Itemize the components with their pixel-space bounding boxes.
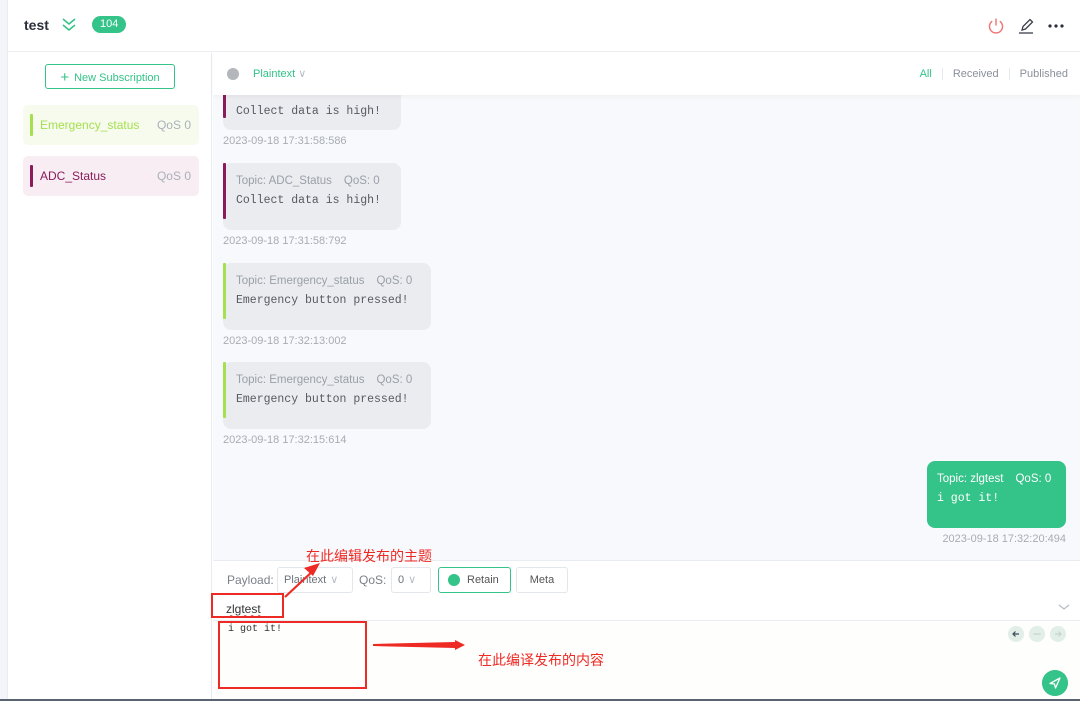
message-topic: Topic: zlgtest	[937, 473, 1004, 485]
message-topic: Topic: ADC_Status	[236, 175, 332, 187]
subscription-qos: QoS 0	[156, 169, 191, 183]
subscription-topic: ADC_Status	[40, 169, 107, 183]
payload-type-value: Plaintext	[253, 68, 296, 80]
chevron-down-icon: ∨	[408, 574, 417, 586]
check-circle-icon	[448, 574, 460, 586]
message-time: 2023-09-18 17:31:58:792	[223, 235, 347, 247]
double-chevron-down-icon[interactable]	[60, 15, 78, 35]
more-icon[interactable]	[1046, 16, 1066, 36]
chevron-down-icon[interactable]	[1058, 601, 1070, 613]
message-time: 2023-09-18 17:32:20:494	[942, 533, 1066, 545]
message-qos: QoS: 0	[376, 275, 413, 287]
send-icon[interactable]	[1042, 670, 1068, 696]
payload-format-select[interactable]: Plaintext ∨	[277, 567, 353, 593]
filter-tab-all[interactable]: All	[910, 68, 942, 80]
new-subscription-label: New Subscription	[74, 72, 160, 84]
qos-value: 0	[398, 574, 405, 586]
edit-icon[interactable]	[1016, 16, 1036, 36]
retain-toggle[interactable]: Retain	[438, 567, 511, 593]
message-bubble: Topic: ADC_Status QoS: 0 Collect data is …	[223, 163, 401, 230]
message-time: 2023-09-18 17:31:58:586	[223, 135, 347, 147]
filter-tab-published[interactable]: Published	[1008, 68, 1068, 80]
payload-label: Payload:	[227, 573, 274, 587]
message-bubble: Topic: zlgtest QoS: 0 i got it!	[927, 461, 1066, 528]
message-item: Topic: Emergency_status QoS: 0 Emergency …	[223, 362, 431, 446]
qos-select[interactable]: 0 ∨	[391, 567, 431, 593]
message-payload: Collect data is high!	[236, 105, 381, 118]
history-back-icon[interactable]	[1008, 626, 1024, 642]
filter-tab-received[interactable]: Received	[941, 68, 1009, 80]
message-qos: QoS: 0	[1015, 473, 1052, 485]
subscription-color-bar	[30, 165, 33, 187]
subscriptions-sidebar: + New Subscription Emergency_status QoS 0…	[8, 53, 212, 701]
history-clear-icon[interactable]	[1029, 626, 1045, 642]
message-bubble: Topic: Emergency_status QoS: 0 Emergency …	[223, 362, 431, 429]
message-payload: Emergency button pressed!	[236, 393, 409, 406]
message-time: 2023-09-18 17:32:13:002	[223, 335, 347, 347]
retain-label: Retain	[467, 574, 499, 586]
message-payload: i got it!	[937, 492, 1000, 505]
connection-header: test 104	[8, 0, 1080, 52]
subscription-qos: QoS 0	[156, 118, 191, 132]
publish-panel: Payload: Plaintext ∨ QoS: 0 ∨ Retain Meta …	[213, 560, 1080, 701]
power-icon[interactable]	[986, 16, 1006, 36]
publish-topic-input[interactable]	[213, 597, 1080, 621]
message-topic: Topic: Emergency_status	[236, 374, 365, 386]
subscription-item-adc-status[interactable]: ADC_Status QoS 0	[23, 156, 199, 196]
subscription-item-emergency-status[interactable]: Emergency_status QoS 0	[23, 105, 199, 145]
chevron-down-icon: ∨	[330, 574, 339, 586]
subscription-color-bar	[30, 114, 33, 136]
message-qos: QoS: 0	[343, 175, 380, 187]
message-list[interactable]: Collect data is high! 2023-09-18 17:31:5…	[213, 95, 1080, 560]
payload-type-select[interactable]: Plaintext ∨	[253, 67, 306, 80]
connection-name: test	[24, 17, 49, 33]
message-color-stripe	[223, 263, 226, 319]
plus-icon: +	[60, 69, 70, 86]
help-icon[interactable]	[227, 68, 239, 80]
subscription-topic: Emergency_status	[40, 118, 140, 132]
chevron-down-icon: ∨	[298, 68, 307, 80]
new-subscription-button[interactable]: + New Subscription	[45, 64, 175, 89]
history-forward-icon[interactable]	[1050, 626, 1066, 642]
message-payload: Collect data is high!	[236, 194, 381, 207]
meta-button[interactable]: Meta	[516, 567, 568, 593]
message-item: Collect data is high! 2023-09-18 17:31:5…	[223, 95, 401, 147]
app-left-strip	[0, 0, 8, 701]
published-message-item: Topic: zlgtest QoS: 0 i got it! 2023-09-1…	[927, 461, 1066, 545]
message-topic: Topic: Emergency_status	[236, 275, 365, 287]
message-item: Topic: ADC_Status QoS: 0 Collect data is …	[223, 163, 401, 247]
qos-label: QoS:	[359, 573, 387, 587]
message-count-badge: 104	[92, 16, 127, 33]
message-toolbar: Plaintext ∨ All Received Published	[213, 53, 1080, 95]
payload-format-value: Plaintext	[284, 574, 327, 586]
message-payload: Emergency button pressed!	[236, 294, 409, 307]
message-bubble: Topic: Emergency_status QoS: 0 Emergency …	[223, 263, 431, 330]
message-bubble: Collect data is high!	[223, 95, 401, 130]
message-qos: QoS: 0	[376, 374, 413, 386]
publish-payload-input[interactable]: i got it!	[213, 622, 1080, 701]
message-item: Topic: Emergency_status QoS: 0 Emergency …	[223, 263, 431, 347]
message-filter-tabs: All Received Published	[910, 68, 1068, 80]
message-time: 2023-09-18 17:32:15:614	[223, 434, 347, 446]
message-color-stripe	[223, 95, 226, 118]
message-color-stripe	[223, 163, 226, 219]
message-color-stripe	[223, 362, 226, 418]
